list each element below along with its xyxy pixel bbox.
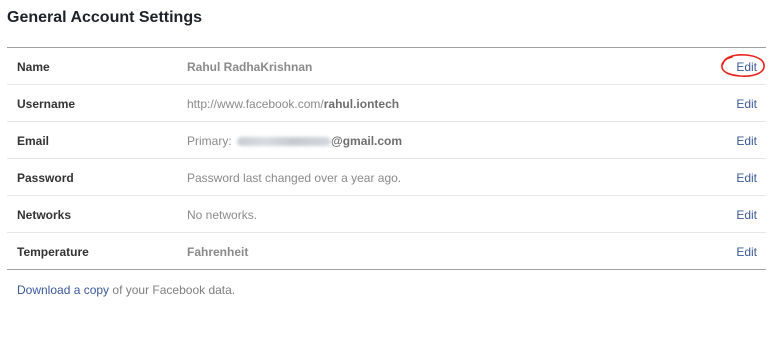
page-title: General Account Settings [7,9,202,26]
account-settings-page: General Account Settings Name Rahul Radh… [0,0,778,337]
email-primary-prefix: Primary: [187,134,235,148]
blurred-email-local-part [237,137,331,146]
edit-networks-link[interactable]: Edit [736,208,757,222]
settings-row-password: Password Password last changed over a ye… [7,158,766,195]
settings-row-temperature: Temperature Fahrenheit Edit [7,232,766,269]
row-value-username: http://www.facebook.com/rahul.iontech [187,97,399,111]
row-value-password: Password last changed over a year ago. [187,171,402,185]
row-label-password: Password [17,171,74,185]
download-copy-link[interactable]: Download a copy [17,283,109,297]
edit-username-link[interactable]: Edit [736,97,757,111]
row-label-username: Username [17,97,76,111]
settings-row-name: Name Rahul RadhaKrishnan Edit [7,48,766,84]
email-domain: @gmail.com [331,134,403,148]
row-value-networks: No networks. [187,208,258,222]
row-label-networks: Networks [17,208,72,222]
row-label-name: Name [17,60,50,74]
row-label-email: Email [17,134,50,148]
edit-email-link[interactable]: Edit [736,134,757,148]
row-value-name: Rahul RadhaKrishnan [187,60,313,74]
download-data-footer: Download a copy of your Facebook data. [17,283,235,297]
username-url-prefix: http://www.facebook.com/ [187,97,324,111]
settings-row-username: Username http://www.facebook.com/rahul.i… [7,84,766,121]
edit-password-link[interactable]: Edit [736,171,757,185]
settings-row-email: Email Primary: @gmail.com Edit [7,121,766,158]
row-value-email: Primary: @gmail.com [187,134,402,148]
username-handle: rahul.iontech [323,97,400,111]
download-copy-suffix: of your Facebook data. [109,283,236,297]
edit-temperature-link[interactable]: Edit [736,245,757,259]
settings-list: Name Rahul RadhaKrishnan Edit Username h… [7,47,766,270]
settings-row-networks: Networks No networks. Edit [7,195,766,232]
row-value-temperature: Fahrenheit [187,245,249,259]
edit-name-link[interactable]: Edit [736,60,757,74]
row-label-temperature: Temperature [17,245,89,259]
